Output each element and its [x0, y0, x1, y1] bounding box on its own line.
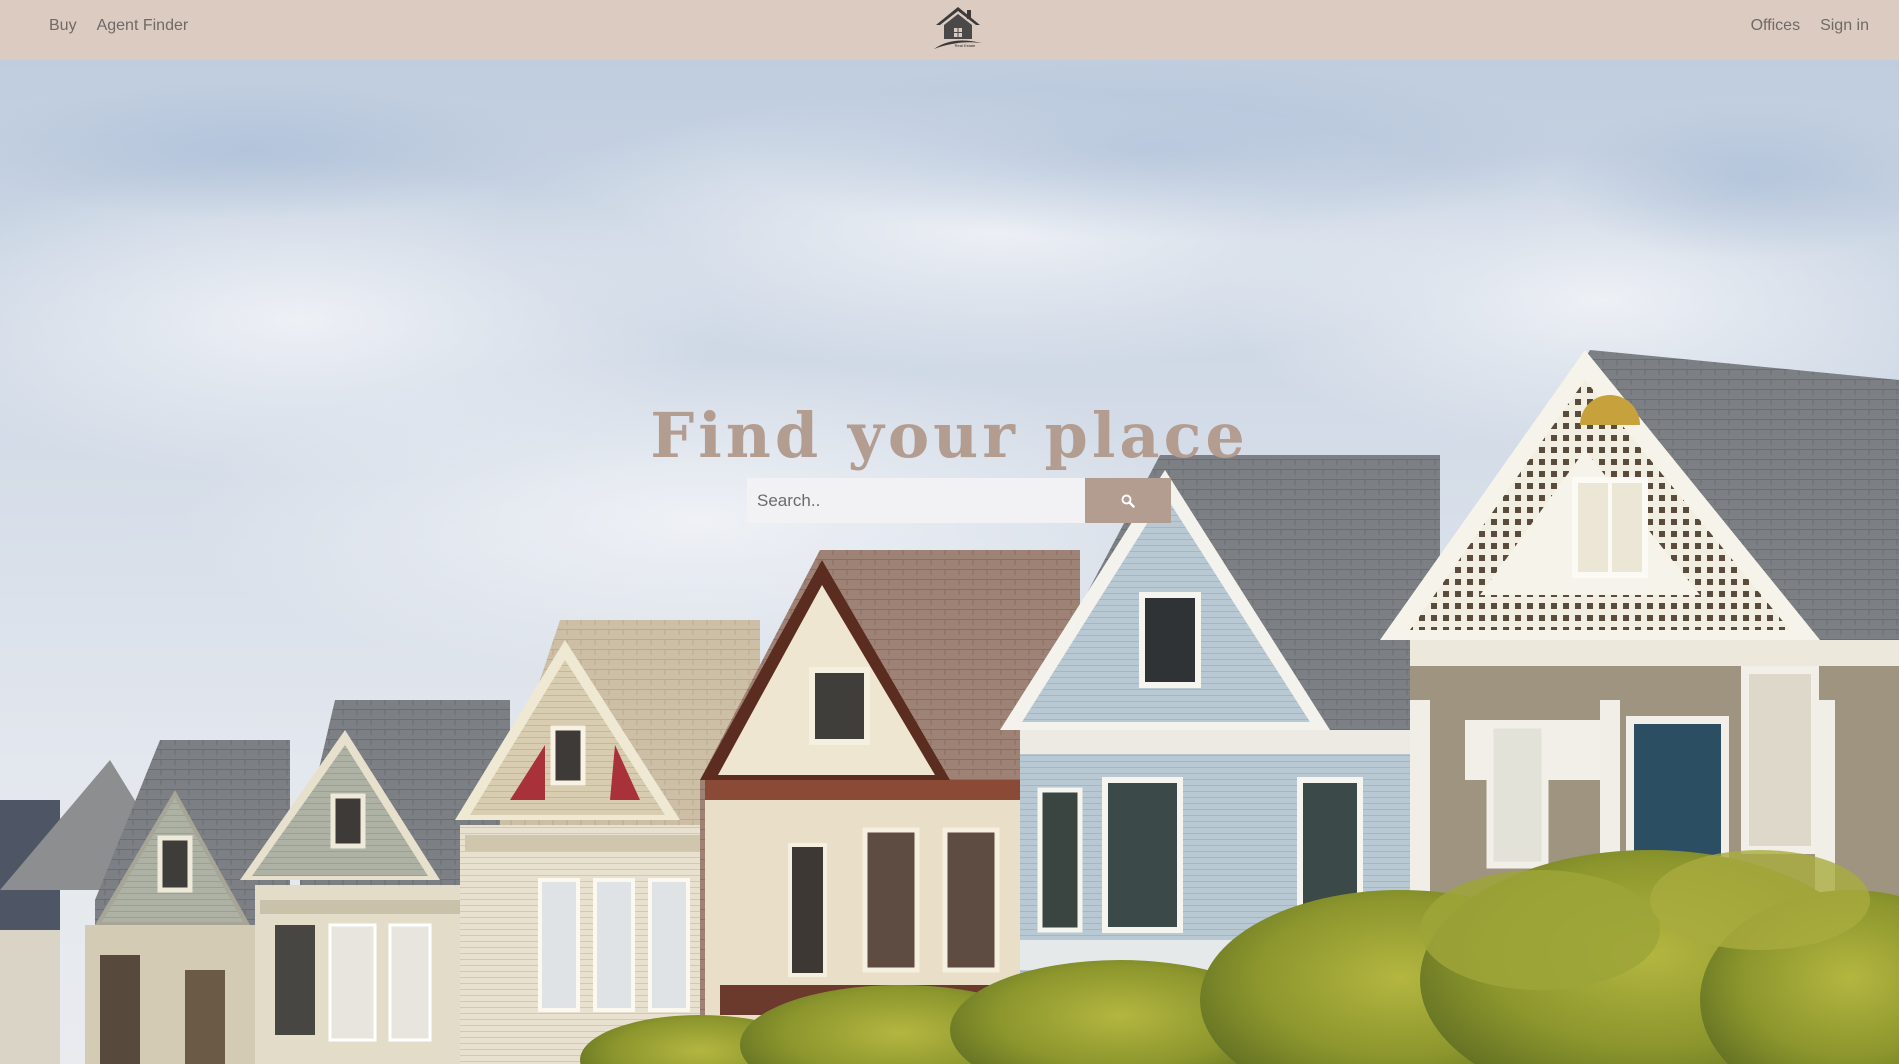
hero-background-image — [0, 60, 1899, 1064]
search-icon — [1121, 494, 1135, 508]
house-logo-icon: Real Estate — [934, 7, 982, 49]
nav-link-sign-in[interactable]: Sign in — [1820, 17, 1869, 35]
nav-link-agent-finder[interactable]: Agent Finder — [97, 17, 189, 35]
nav-right: Offices Sign in — [1751, 0, 1869, 52]
site-logo[interactable]: Real Estate — [932, 3, 984, 53]
hero-headline: Find your place — [650, 399, 1249, 472]
search-form — [747, 478, 1171, 523]
hero-section — [0, 60, 1899, 1064]
search-input[interactable] — [747, 478, 1085, 523]
nav-link-offices[interactable]: Offices — [1751, 17, 1801, 35]
nav-left: Buy Agent Finder — [49, 0, 188, 52]
top-navigation-bar: Buy Agent Finder Real Estate Offices Sig… — [0, 0, 1899, 60]
search-button[interactable] — [1085, 478, 1171, 523]
logo-caption: Real Estate — [955, 43, 976, 48]
nav-link-buy[interactable]: Buy — [49, 17, 77, 35]
